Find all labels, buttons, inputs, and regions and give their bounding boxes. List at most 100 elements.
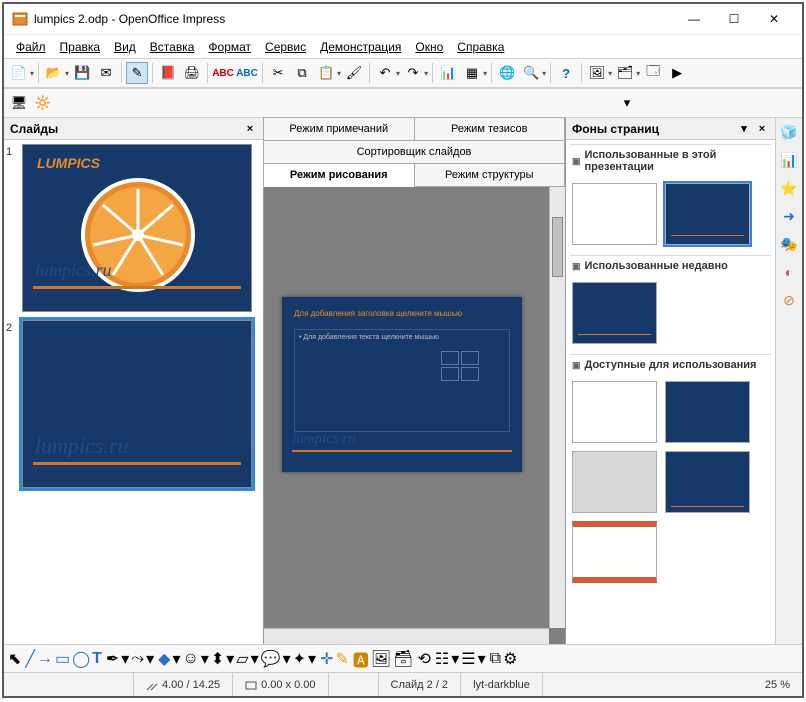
rail-properties-icon[interactable]: 🧊 (779, 122, 799, 142)
select-icon[interactable]: ⬉ (8, 649, 21, 669)
spellcheck-icon[interactable]: ABC (212, 62, 234, 84)
arrow-icon[interactable]: → (37, 650, 53, 668)
slideshow-icon[interactable]: ▶ (666, 62, 688, 84)
tab-drawing[interactable]: Режим рисования (263, 163, 415, 187)
edit-icon[interactable]: ✎ (126, 62, 148, 84)
rail-animation-icon[interactable]: ⭐ (779, 178, 799, 198)
task-panel-menu-icon[interactable]: ▾ (737, 122, 751, 136)
tab-handout[interactable]: Режим тезисов (414, 117, 566, 141)
extrusion-icon[interactable]: ⧉ (490, 650, 501, 668)
save-icon[interactable]: 💾 (71, 62, 93, 84)
rail-gallery-icon[interactable]: ◐ (779, 262, 799, 282)
menu-file[interactable]: Файл (10, 38, 52, 56)
text-icon[interactable]: T (92, 650, 102, 668)
bg-thumb[interactable] (572, 451, 657, 513)
glue-icon[interactable]: ✎ (335, 649, 348, 669)
tab-notes[interactable]: Режим примечаний (263, 117, 415, 141)
bg-thumb[interactable] (572, 282, 657, 344)
rail-navigator-icon[interactable]: ⊘ (779, 290, 799, 310)
bg-thumb[interactable] (572, 381, 657, 443)
task-panel-close-icon[interactable]: × (755, 122, 769, 136)
content-layout-icons[interactable] (441, 351, 479, 381)
bg-thumb[interactable] (572, 521, 657, 583)
cut-icon[interactable]: ✂ (267, 62, 289, 84)
email-icon[interactable]: ✉ (95, 62, 117, 84)
bg-thumb[interactable] (665, 183, 750, 245)
tab-sorter[interactable]: Сортировщик слайдов (263, 140, 565, 164)
slide-thumb-2[interactable]: lumpics.ru (22, 320, 252, 488)
toolbar-dropdown-icon[interactable]: ▾ (616, 92, 638, 114)
menu-insert[interactable]: Вставка (144, 38, 201, 56)
rail-transition-icon[interactable]: ➜ (779, 206, 799, 226)
slide-canvas-area[interactable]: Для добавления заголовка щелкните мышью … (264, 187, 565, 644)
vertical-scrollbar[interactable] (549, 187, 565, 628)
slide-design-icon[interactable]: 🗂 (614, 62, 636, 84)
hyperlink-icon[interactable]: 🌐 (496, 62, 518, 84)
ellipse-icon[interactable]: ◯ (72, 649, 90, 669)
flowchart-icon[interactable]: ▱ (236, 649, 248, 669)
menu-help[interactable]: Справка (451, 38, 510, 56)
interaction-icon[interactable]: ⚙ (503, 649, 517, 669)
color-icon[interactable]: 🔆 (32, 92, 54, 114)
points-icon[interactable]: ✛ (320, 649, 333, 669)
slide-thumb-1[interactable]: LUMPICS (22, 144, 252, 312)
slide-layout-icon[interactable]: 🗔 (642, 62, 664, 84)
open-icon[interactable]: 📂 (43, 62, 65, 84)
bg-thumb[interactable] (665, 451, 750, 513)
presentation-icon[interactable]: 🖥 (8, 92, 30, 114)
chart-icon[interactable]: 📊 (437, 62, 459, 84)
help-icon[interactable]: ? (555, 62, 577, 84)
pdf-icon[interactable]: 📕 (157, 62, 179, 84)
slide-title-placeholder[interactable]: Для добавления заголовка щелкните мышью (294, 309, 510, 318)
close-button[interactable]: ✕ (754, 7, 794, 31)
paste-icon[interactable]: 📋 (315, 62, 337, 84)
format-paint-icon[interactable]: 🖌 (343, 62, 365, 84)
bg-thumb[interactable] (572, 183, 657, 245)
shapes-icon[interactable]: ◆ (158, 649, 170, 669)
maximize-button[interactable]: ☐ (714, 7, 754, 31)
menu-slideshow[interactable]: Демонстрация (314, 38, 407, 56)
curve-icon[interactable]: ✒ (106, 649, 119, 669)
rail-master-icon[interactable]: 📊 (779, 150, 799, 170)
section-used-in-presentation[interactable]: ▣Использованные в этой презентации (570, 144, 771, 177)
symbol-shapes-icon[interactable]: ☺ (182, 650, 198, 668)
slide-thumb-row[interactable]: 1 LUMPICS (6, 144, 261, 312)
slide-body-placeholder[interactable]: • Для добавления текста щелкните мышью (294, 329, 510, 432)
section-available[interactable]: ▣Доступные для использования (570, 354, 771, 375)
bg-thumb[interactable] (665, 381, 750, 443)
section-recently-used[interactable]: ▣Использованные недавно (570, 255, 771, 276)
from-file-icon[interactable]: 🖼 (371, 649, 391, 669)
slide-thumb-row[interactable]: 2 lumpics.ru (6, 320, 261, 488)
rotate-icon[interactable]: ⟲ (417, 649, 430, 669)
menu-tools[interactable]: Сервис (259, 38, 312, 56)
gallery2-icon[interactable]: 🗃 (393, 649, 413, 669)
slide-canvas[interactable]: Для добавления заголовка щелкните мышью … (282, 297, 522, 472)
horizontal-scrollbar[interactable] (264, 628, 549, 644)
status-zoom[interactable]: 25 % (753, 673, 802, 696)
autocheck-icon[interactable]: ABC (236, 62, 258, 84)
block-arrows-icon[interactable]: ⬍ (211, 649, 224, 669)
slides-panel-close-icon[interactable]: × (243, 122, 257, 136)
menu-format[interactable]: Формат (202, 38, 257, 56)
arrange-icon[interactable]: ☰ (461, 649, 475, 669)
callouts-icon[interactable]: 💬 (261, 649, 281, 669)
menu-window[interactable]: Окно (409, 38, 449, 56)
new-doc-icon[interactable]: 📄 (8, 62, 30, 84)
tab-outline[interactable]: Режим структуры (414, 163, 566, 187)
line-icon[interactable]: ╱ (25, 649, 35, 669)
copy-icon[interactable]: ⧉ (291, 62, 313, 84)
menu-view[interactable]: Вид (108, 38, 142, 56)
connector-icon[interactable]: ⤳ (131, 650, 144, 668)
navigator-icon[interactable]: 🔍 (520, 62, 542, 84)
stars-icon[interactable]: ✦ (293, 649, 306, 669)
rect-icon[interactable]: ▭ (55, 649, 70, 669)
minimize-button[interactable]: — (674, 7, 714, 31)
align-icon[interactable]: ☷ (435, 649, 449, 669)
redo-icon[interactable]: ↷ (402, 62, 424, 84)
fontwork-icon[interactable]: 🅰 (353, 647, 369, 671)
menu-edit[interactable]: Правка (54, 38, 107, 56)
table-icon[interactable]: ▦ (461, 62, 483, 84)
slide-icon[interactable]: 🖼 (586, 62, 608, 84)
undo-icon[interactable]: ↶ (374, 62, 396, 84)
rail-styles-icon[interactable]: 🎭 (779, 234, 799, 254)
